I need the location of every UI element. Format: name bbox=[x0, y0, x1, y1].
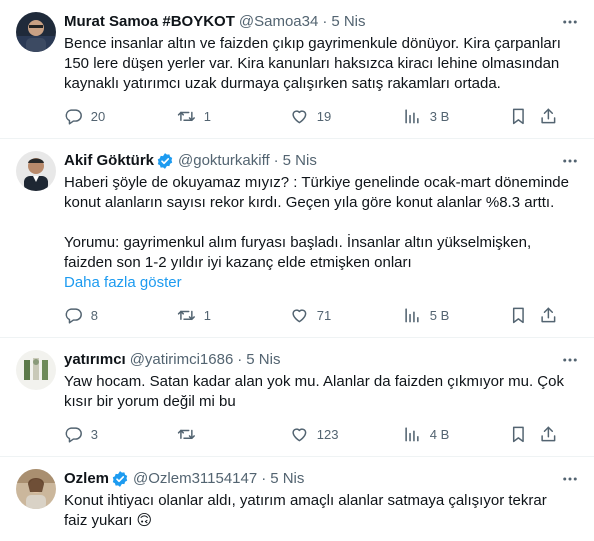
reply-button[interactable]: 8 bbox=[64, 306, 177, 325]
author-handle[interactable]: @Ozlem31154147 bbox=[133, 469, 257, 489]
tweet-actions: 8 1 71 5 B bbox=[64, 299, 578, 331]
author-handle[interactable]: @yatirimci1686 bbox=[130, 350, 234, 370]
more-options-icon[interactable] bbox=[560, 469, 580, 489]
views-count: 3 B bbox=[429, 108, 450, 124]
timestamp[interactable]: 5 Nis bbox=[246, 350, 280, 370]
tweet-text: Konut ihtiyacı olanlar aldı, yatırım ama… bbox=[64, 492, 547, 529]
author-name[interactable]: Ozlem bbox=[64, 469, 109, 489]
reply-icon bbox=[65, 308, 82, 324]
heart-icon bbox=[292, 309, 307, 322]
more-options-icon[interactable] bbox=[560, 350, 580, 370]
like-button[interactable]: 71 bbox=[290, 306, 403, 325]
more-options-icon[interactable] bbox=[560, 151, 580, 171]
reply-count: 3 bbox=[90, 426, 98, 442]
share-icon bbox=[541, 108, 556, 123]
reply-icon bbox=[65, 427, 82, 443]
retweet-button[interactable]: 1 bbox=[177, 306, 290, 325]
retweet-count: 1 bbox=[203, 307, 211, 323]
separator-dot: · bbox=[322, 13, 328, 30]
like-button[interactable]: 123 bbox=[290, 425, 403, 444]
like-button[interactable]: 19 bbox=[290, 107, 403, 126]
bookmark-icon bbox=[512, 307, 524, 323]
like-count: 19 bbox=[316, 108, 332, 124]
heart-icon bbox=[292, 428, 307, 441]
retweet-count: 1 bbox=[203, 108, 211, 124]
views-button[interactable]: 5 B bbox=[403, 306, 509, 325]
tweet-actions: 3 123 4 B bbox=[64, 418, 578, 450]
reply-icon bbox=[65, 109, 82, 125]
like-count: 71 bbox=[316, 307, 332, 323]
tweet-item[interactable]: yatırımcı @yatirimci1686 · 5 Nis Yaw hoc… bbox=[0, 338, 594, 457]
views-button[interactable]: 4 B bbox=[403, 425, 509, 444]
verified-badge-icon[interactable] bbox=[156, 152, 174, 170]
tweet-text: Bence insanlar altın ve faizden çıkıp ga… bbox=[64, 35, 561, 92]
avatar[interactable] bbox=[16, 350, 56, 390]
show-more-link[interactable]: Daha fazla göster bbox=[64, 273, 578, 293]
reply-button[interactable]: 3 bbox=[64, 425, 177, 444]
bookmark-button[interactable] bbox=[509, 107, 539, 126]
like-count: 123 bbox=[316, 426, 339, 442]
views-button[interactable]: 3 B bbox=[403, 107, 509, 126]
reply-count: 8 bbox=[90, 307, 98, 323]
retweet-icon bbox=[177, 429, 195, 439]
share-icon bbox=[541, 426, 556, 441]
timestamp[interactable]: 5 Nis bbox=[270, 469, 304, 489]
tweet-item[interactable]: Ozlem @Ozlem31154147 · 5 Nis Konut ihtiy… bbox=[0, 457, 594, 531]
retweet-button[interactable]: 1 bbox=[177, 107, 290, 126]
views-count: 5 B bbox=[429, 307, 450, 323]
tweet-text: Haberi şöyle de okuyamaz mıyız? : Türkiy… bbox=[64, 174, 569, 271]
avatar[interactable] bbox=[16, 469, 56, 509]
bookmark-button[interactable] bbox=[509, 306, 539, 325]
verified-badge-icon[interactable] bbox=[111, 470, 129, 488]
separator-dot: · bbox=[237, 351, 243, 368]
reply-button[interactable]: 20 bbox=[64, 107, 177, 126]
reply-count: 20 bbox=[90, 108, 106, 124]
views-count: 4 B bbox=[429, 426, 450, 442]
timeline-feed: Murat Samoa #BOYKOT @Samoa34 · 5 Nis Ben… bbox=[0, 0, 594, 541]
share-button[interactable] bbox=[539, 107, 559, 126]
bookmark-icon bbox=[512, 426, 524, 442]
share-icon bbox=[541, 307, 556, 322]
separator-dot: · bbox=[261, 470, 267, 487]
bookmark-icon bbox=[512, 108, 524, 124]
more-options-icon[interactable] bbox=[560, 12, 580, 32]
timestamp[interactable]: 5 Nis bbox=[331, 12, 365, 32]
retweet-icon bbox=[177, 111, 195, 121]
retweet-icon bbox=[177, 310, 195, 320]
author-name[interactable]: yatırımcı bbox=[64, 350, 126, 370]
tweet-actions: 20 1 19 3 B bbox=[64, 100, 578, 132]
author-name[interactable]: Akif Göktürk bbox=[64, 151, 154, 171]
bookmark-button[interactable] bbox=[509, 425, 539, 444]
share-button[interactable] bbox=[539, 306, 559, 325]
analytics-icon bbox=[405, 426, 419, 442]
analytics-icon bbox=[405, 307, 419, 323]
author-handle[interactable]: @gokturkakiff bbox=[178, 151, 270, 171]
share-button[interactable] bbox=[539, 425, 559, 444]
retweet-button[interactable] bbox=[177, 425, 290, 444]
tweet-text: Yaw hocam. Satan kadar alan yok mu. Alan… bbox=[64, 373, 564, 410]
avatar[interactable] bbox=[16, 12, 56, 52]
separator-dot: · bbox=[273, 152, 279, 169]
tweet-item[interactable]: Murat Samoa #BOYKOT @Samoa34 · 5 Nis Ben… bbox=[0, 0, 594, 139]
author-handle[interactable]: @Samoa34 bbox=[239, 12, 318, 32]
heart-icon bbox=[292, 110, 307, 123]
avatar[interactable] bbox=[16, 151, 56, 191]
analytics-icon bbox=[405, 108, 419, 124]
timestamp[interactable]: 5 Nis bbox=[283, 151, 317, 171]
author-name[interactable]: Murat Samoa #BOYKOT bbox=[64, 12, 235, 32]
tweet-item[interactable]: Akif Göktürk @gokturkakiff · 5 Nis Haber… bbox=[0, 139, 594, 338]
